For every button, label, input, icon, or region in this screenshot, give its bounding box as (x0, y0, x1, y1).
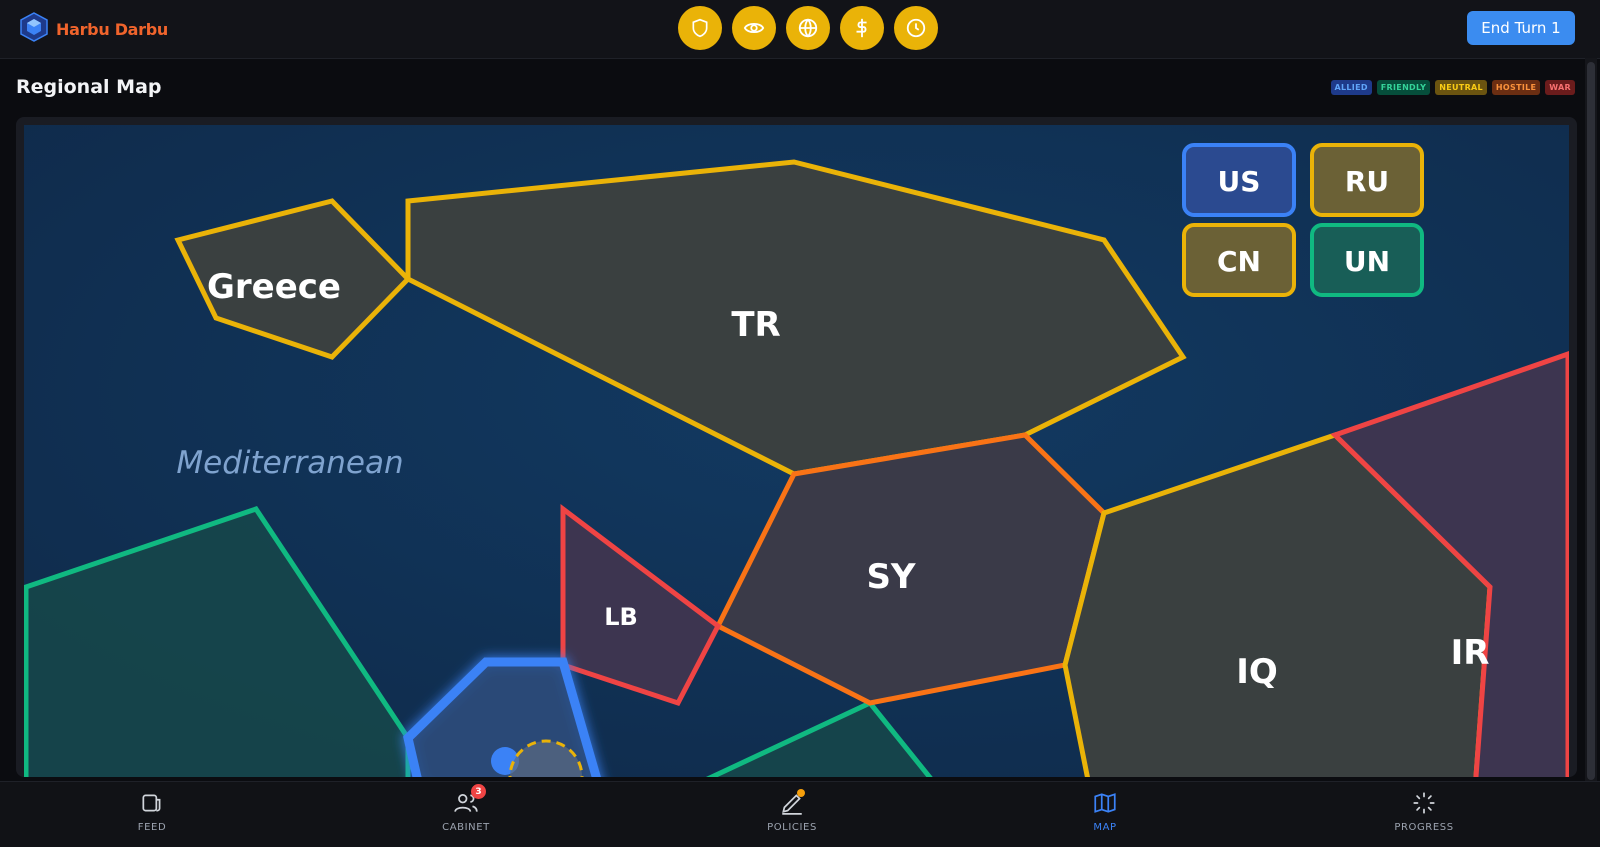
nav-progress-label: PROGRESS (1394, 822, 1454, 833)
nav-progress[interactable]: PROGRESS (1364, 790, 1484, 840)
nav-feed-label: FEED (137, 822, 167, 833)
faction-un[interactable]: UN (1310, 223, 1424, 297)
cabinet-badge: 3 (471, 784, 486, 799)
globe-icon (798, 18, 818, 38)
nav-map[interactable]: MAP (1045, 790, 1165, 840)
nav-map-label: MAP (1093, 822, 1117, 833)
legend-hostile: HOSTILE (1491, 80, 1541, 95)
label-lb: LB (604, 603, 638, 631)
faction-us-label: US (1218, 165, 1261, 198)
defense-button[interactable] (678, 6, 722, 50)
faction-ru-label: RU (1345, 165, 1389, 198)
brand[interactable]: Harbu Darbu (20, 12, 168, 46)
clock-icon (906, 18, 926, 38)
shield-icon (692, 18, 708, 38)
legend-allied: ALLIED (1330, 80, 1372, 95)
map-panel: Greece TR SY LB IQ IR Mediterranean US R… (16, 117, 1577, 777)
app-title: Harbu Darbu (56, 19, 169, 39)
dollar-icon (856, 18, 867, 38)
map-icon (1094, 793, 1116, 813)
faction-cn-label: CN (1217, 245, 1261, 278)
faction-us[interactable]: US (1182, 143, 1296, 217)
cube-logo-icon (20, 12, 48, 46)
faction-cn[interactable]: CN (1182, 223, 1296, 297)
label-sy: SY (866, 557, 915, 597)
page-title: Regional Map (16, 76, 162, 98)
intel-button[interactable] (732, 6, 776, 50)
label-tr: TR (731, 305, 780, 345)
loader-icon (1413, 792, 1435, 814)
diplomacy-button[interactable] (786, 6, 830, 50)
label-greece: Greece (207, 267, 341, 307)
eye-icon (743, 22, 765, 34)
feed-icon (142, 794, 161, 812)
legend-war: WAR (1545, 80, 1575, 95)
faction-un-label: UN (1344, 245, 1390, 278)
time-button[interactable] (894, 6, 938, 50)
legend-friendly: FRIENDLY (1376, 80, 1431, 95)
relation-legend: ALLIED FRIENDLY NEUTRAL HOSTILE WAR (1330, 80, 1575, 95)
nav-cabinet-label: CABINET (442, 822, 490, 833)
label-ir: IR (1451, 633, 1490, 673)
bottom-nav: FEED 3 CABINET POLICIES MAP PROGRESS (0, 781, 1600, 847)
policies-notification-dot (797, 789, 805, 797)
nav-policies-label: POLICIES (767, 822, 817, 833)
top-bar: Harbu Darbu End Turn 1 (0, 0, 1600, 59)
end-turn-button[interactable]: End Turn 1 (1467, 11, 1575, 45)
quick-actions (678, 6, 938, 50)
label-sea: Mediterranean (176, 445, 403, 481)
page-scrollbar-thumb[interactable] (1587, 62, 1595, 780)
nav-cabinet[interactable]: 3 CABINET (406, 784, 526, 840)
regional-map[interactable]: Greece TR SY LB IQ IR Mediterranean US R… (24, 125, 1569, 777)
label-iq: IQ (1236, 652, 1278, 692)
economy-button[interactable] (840, 6, 884, 50)
nav-policies[interactable]: POLICIES (732, 789, 852, 840)
faction-ru[interactable]: RU (1310, 143, 1424, 217)
nav-feed[interactable]: FEED (92, 790, 212, 840)
legend-neutral: NEUTRAL (1435, 80, 1487, 95)
